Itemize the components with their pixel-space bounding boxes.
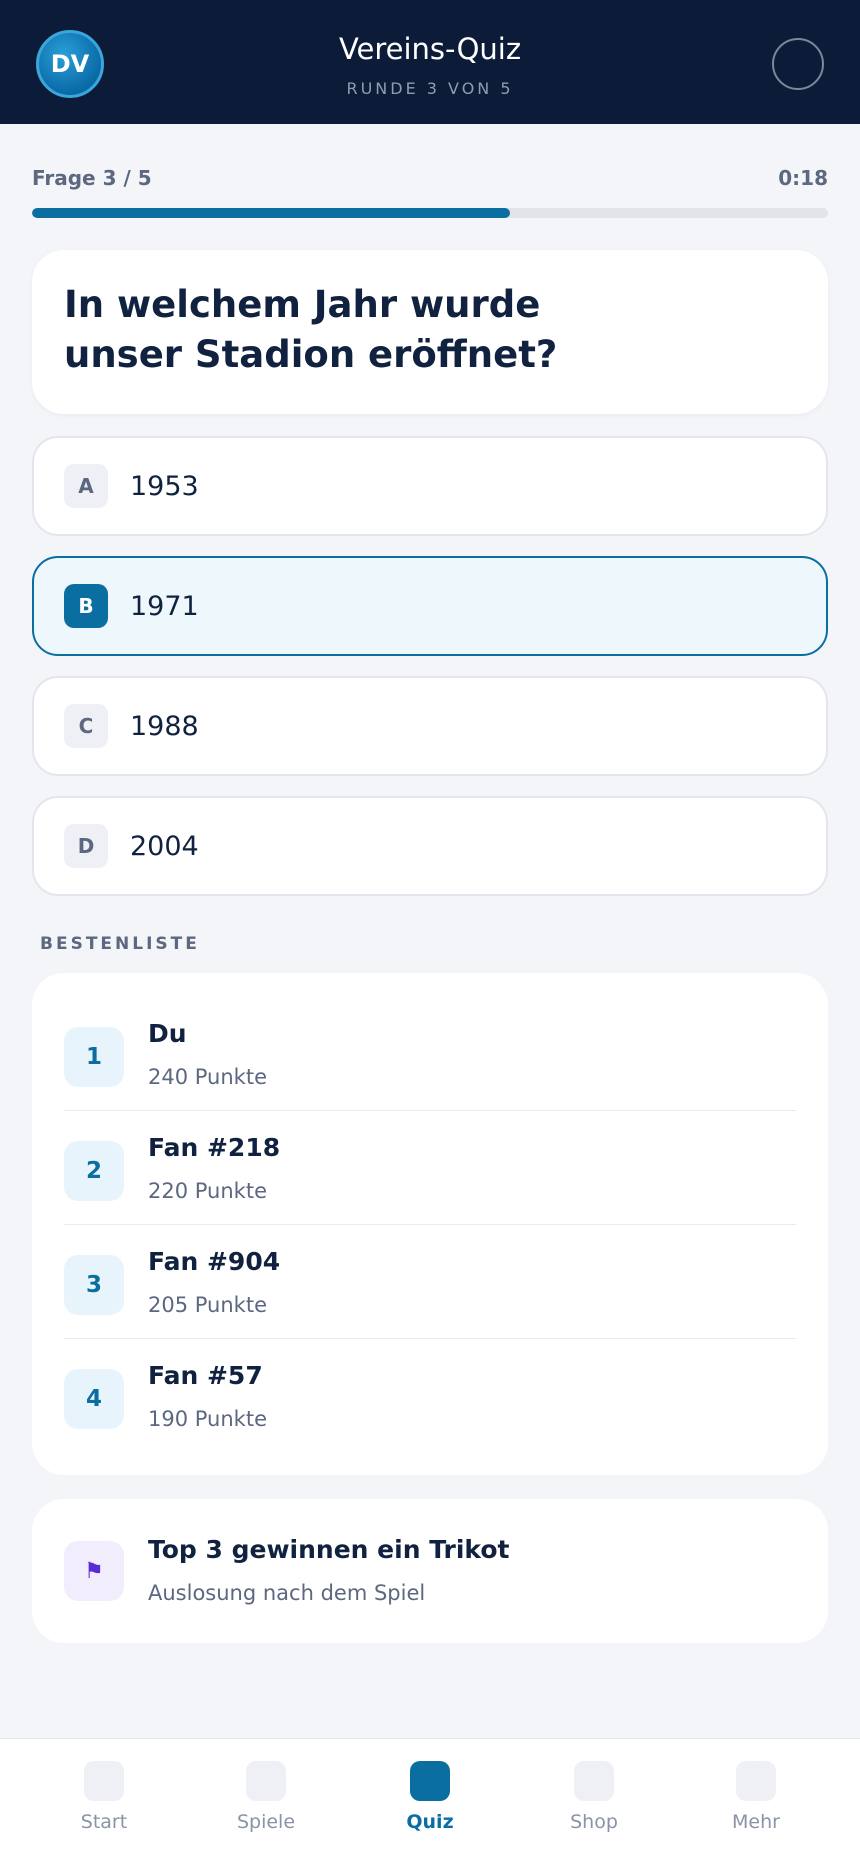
nav-item-mehr[interactable]: Mehr — [670, 1739, 842, 1864]
player-points: 190 Punkte — [148, 1407, 267, 1431]
answer-option-d[interactable]: D 2004 — [32, 796, 828, 896]
profile-circle-button[interactable] — [772, 38, 824, 90]
rank-badge: 4 — [64, 1369, 124, 1429]
leaderboard-title: BESTENLISTE — [40, 934, 200, 954]
player-points: 240 Punkte — [148, 1065, 267, 1089]
prize-title: Top 3 gewinnen ein Trikot — [148, 1535, 510, 1564]
timer: 0:18 — [778, 166, 828, 190]
question-card: In welchem Jahr wurde unser Stadion eröf… — [32, 250, 828, 414]
rank-badge: 3 — [64, 1255, 124, 1315]
leaderboard-row: 1 Du 240 Punkte — [64, 997, 796, 1111]
answer-text: 2004 — [130, 830, 199, 862]
round-subtitle: RUNDE 3 VON 5 — [346, 79, 514, 98]
leaderboard-row: 2 Fan #218 220 Punkte — [64, 1111, 796, 1225]
mehr-icon — [736, 1761, 776, 1801]
leaderboard: 1 Du 240 Punkte 2 Fan #218 220 Punkte 3 … — [32, 973, 828, 1475]
player-name: Fan #57 — [148, 1361, 263, 1390]
nav-item-spiele[interactable]: Spiele — [180, 1739, 352, 1864]
nav-label: Quiz — [406, 1811, 454, 1833]
answer-text: 1953 — [130, 470, 199, 502]
nav-item-quiz[interactable]: Quiz — [344, 1739, 516, 1864]
player-name: Fan #904 — [148, 1247, 281, 1276]
nav-label: Mehr — [732, 1811, 780, 1833]
nav-label: Start — [80, 1811, 128, 1833]
progress-fill — [32, 208, 510, 218]
quiz-icon — [410, 1761, 450, 1801]
spiele-icon — [246, 1761, 286, 1801]
bottom-nav: Start Spiele Quiz Shop Mehr — [0, 1738, 860, 1864]
rank-badge: 1 — [64, 1027, 124, 1087]
shop-icon — [574, 1761, 614, 1801]
answer-letter: A — [64, 464, 108, 508]
leaderboard-row: 3 Fan #904 205 Punkte — [64, 1225, 796, 1339]
nav-label: Shop — [570, 1811, 618, 1833]
prize-subtitle: Auslosung nach dem Spiel — [148, 1581, 426, 1605]
answer-letter: C — [64, 704, 108, 748]
question-counter: Frage 3 / 5 — [32, 166, 152, 190]
start-icon — [84, 1761, 124, 1801]
answer-text: 1988 — [130, 710, 199, 742]
player-points: 205 Punkte — [148, 1293, 267, 1317]
prize-card[interactable]: ⚑ Top 3 gewinnen ein Trikot Auslosung na… — [32, 1499, 828, 1643]
answer-text: 1971 — [130, 590, 199, 622]
answer-option-c[interactable]: C 1988 — [32, 676, 828, 776]
flag-icon: ⚑ — [64, 1541, 124, 1601]
nav-item-shop[interactable]: Shop — [508, 1739, 680, 1864]
answer-option-a[interactable]: A 1953 — [32, 436, 828, 536]
rank-badge: 2 — [64, 1141, 124, 1201]
player-name: Du — [148, 1019, 187, 1048]
leaderboard-row: 4 Fan #57 190 Punkte — [64, 1339, 796, 1453]
question-text: In welchem Jahr wurde unser Stadion eröf… — [64, 283, 558, 376]
answer-option-b[interactable]: B 1971 — [32, 556, 828, 656]
player-points: 220 Punkte — [148, 1179, 267, 1203]
player-name: Fan #218 — [148, 1133, 281, 1162]
app-header: DV Vereins-Quiz RUNDE 3 VON 5 — [0, 0, 860, 124]
nav-item-start[interactable]: Start — [18, 1739, 190, 1864]
progress-bar — [32, 208, 828, 218]
page-title: Vereins-Quiz — [338, 32, 522, 66]
nav-label: Spiele — [236, 1811, 296, 1833]
answer-letter: B — [64, 584, 108, 628]
answer-letter: D — [64, 824, 108, 868]
